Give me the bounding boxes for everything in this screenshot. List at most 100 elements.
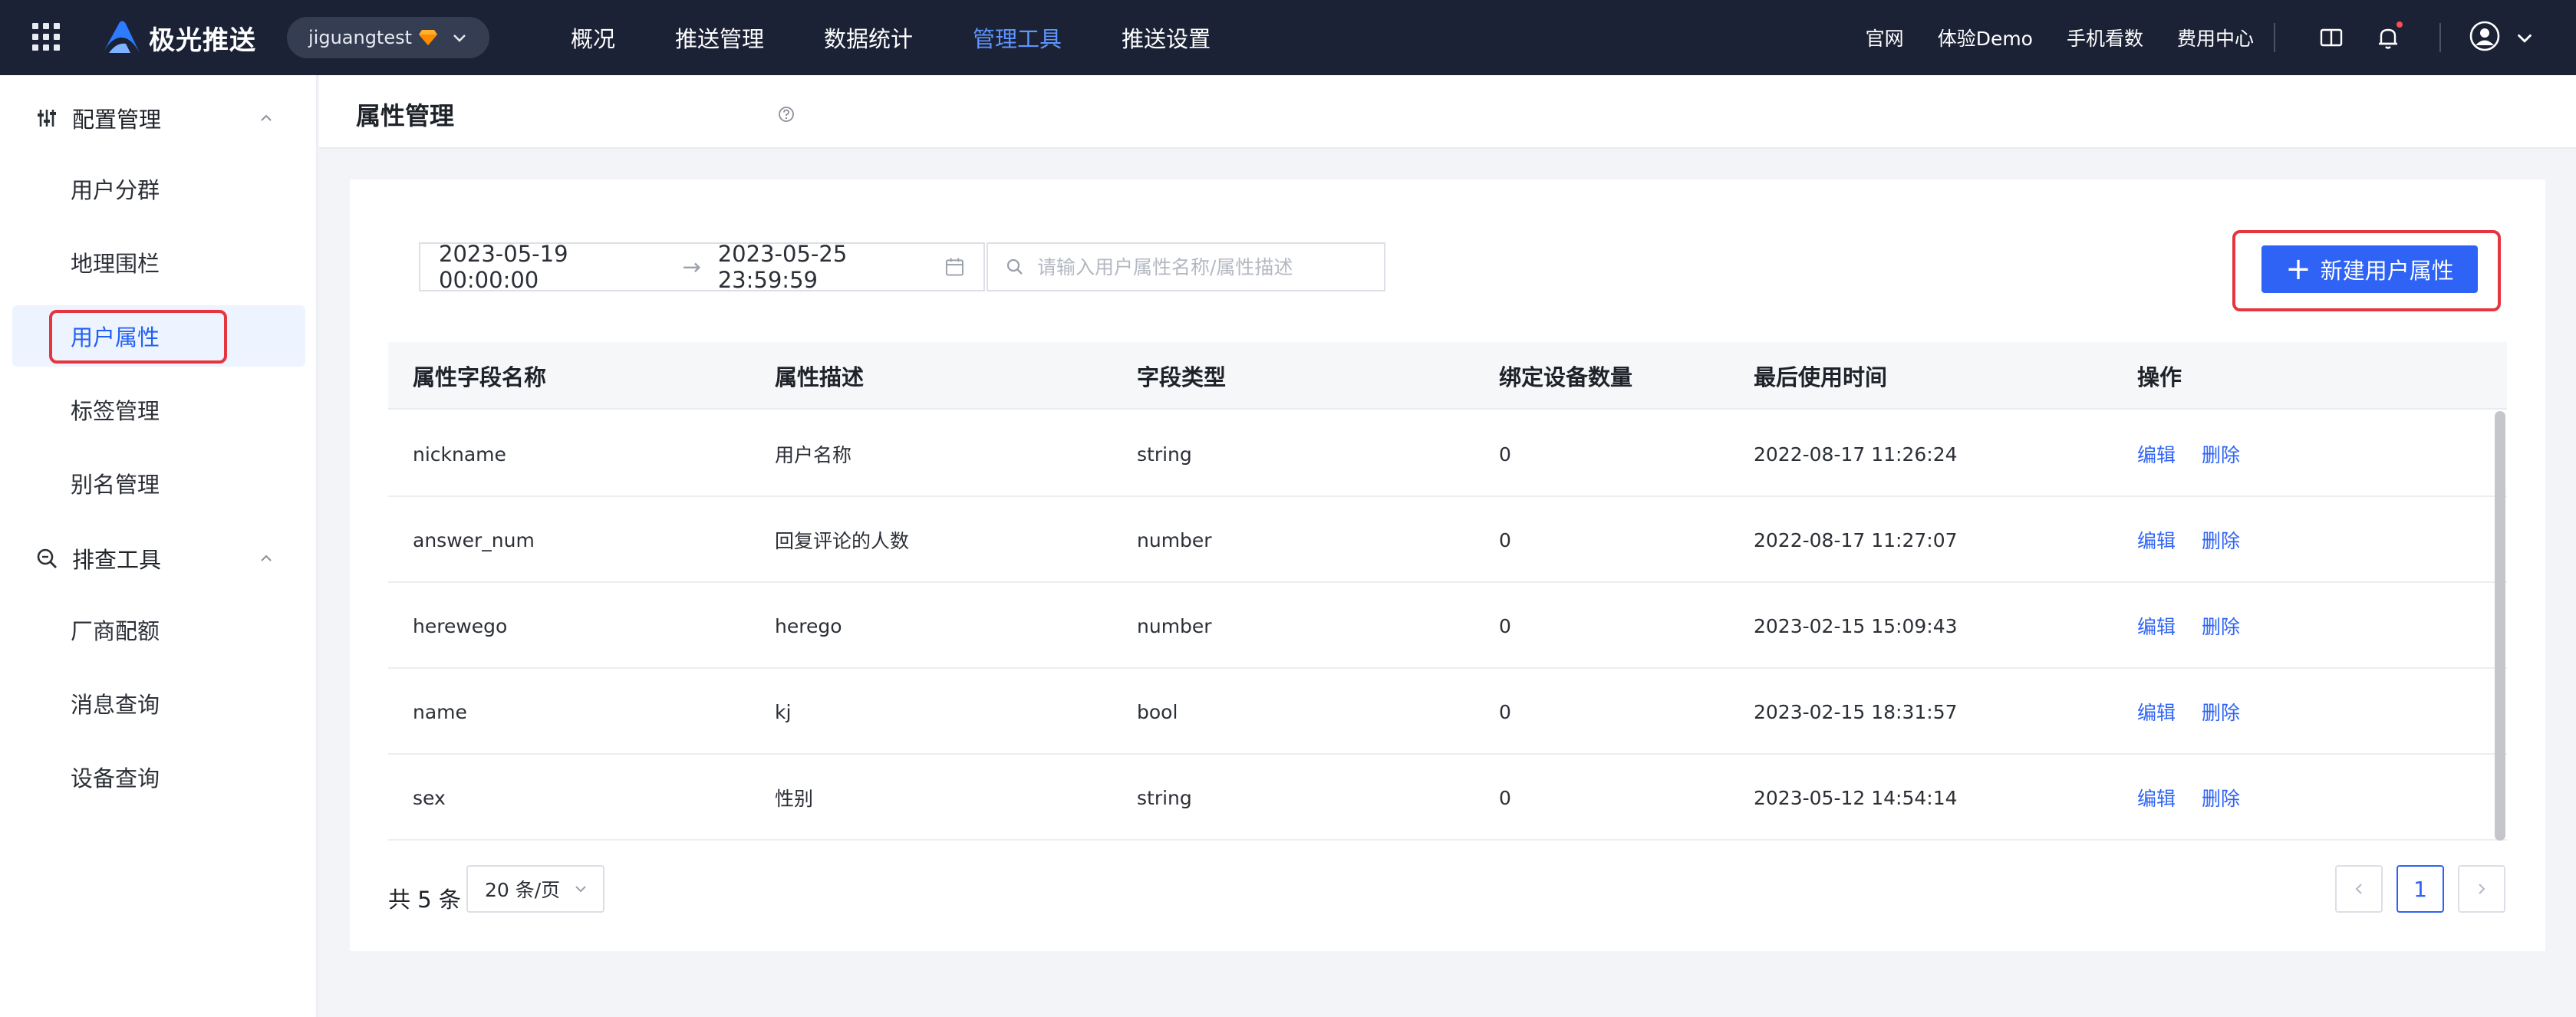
col-field-name: 属性字段名称 — [413, 364, 547, 390]
help-icon[interactable] — [778, 106, 795, 123]
sidebar-item-alias[interactable]: 别名管理 — [12, 453, 305, 514]
prev-page-button[interactable] — [2335, 865, 2383, 913]
search-zoom-icon — [37, 548, 57, 568]
arrow-right-icon: → — [682, 254, 701, 280]
brand-logo[interactable]: 极光推送 — [100, 18, 256, 57]
link-demo[interactable]: 体验Demo — [1938, 24, 2033, 51]
divider — [2439, 23, 2441, 52]
col-field-type: 字段类型 — [1137, 364, 1227, 390]
page-size-select[interactable]: 20 条/页 — [466, 865, 604, 913]
sidebar-item-device-query[interactable]: 设备查询 — [12, 746, 305, 808]
cell-actions: 编辑 删除 — [2137, 669, 2266, 755]
sidebar-group-troubleshoot[interactable]: 排查工具 — [35, 535, 288, 581]
cell-description: 回复评论的人数 — [775, 530, 910, 552]
cell-last-used: 2023-02-15 15:09:43 — [1754, 614, 1958, 637]
next-page-button[interactable] — [2458, 865, 2505, 913]
cell-actions: 编辑 删除 — [2137, 497, 2266, 583]
jiguang-logo-icon — [103, 21, 140, 53]
table-scrollbar[interactable] — [2495, 411, 2505, 841]
chevron-up-icon — [261, 114, 272, 121]
sidebar-item-tags[interactable]: 标签管理 — [12, 379, 305, 440]
table-row: nickname 用户名称 string 0 2022-08-17 11:26:… — [388, 411, 2507, 497]
search-input[interactable] — [1037, 255, 1375, 278]
cell-field-type: number — [1137, 528, 1212, 551]
chevron-up-icon — [261, 555, 272, 561]
search-field[interactable] — [987, 242, 1385, 291]
table-row: answer_num 回复评论的人数 number 0 2022-08-17 1… — [388, 497, 2507, 583]
cell-field-type: bool — [1137, 700, 1178, 723]
chevron-down-icon[interactable] — [2515, 28, 2535, 48]
date-start: 2023-05-19 00:00:00 — [439, 241, 568, 293]
nav-management-tools[interactable]: 管理工具 — [973, 21, 1062, 54]
table-row: name kj bool 0 2023-02-15 18:31:57 编辑 删除 — [388, 669, 2507, 755]
sidebar-item-vendor-quota[interactable]: 厂商配额 — [12, 599, 305, 660]
highlight-box-sidebar — [49, 310, 227, 364]
link-mobile-dashboard[interactable]: 手机看数 — [2067, 24, 2143, 51]
chevron-down-icon — [453, 35, 466, 42]
cell-device-count: 0 — [1499, 443, 1511, 466]
chevron-left-icon — [2355, 884, 2362, 894]
cell-last-used: 2023-05-12 14:54:14 — [1754, 786, 1958, 809]
cell-device-count: 0 — [1499, 700, 1511, 723]
col-description: 属性描述 — [775, 364, 865, 390]
sidebar: 配置管理 用户分群 地理围栏 用户属性 标签管理 别名管理 排查工具 厂商配额 … — [0, 75, 318, 1017]
link-billing[interactable]: 费用中心 — [2177, 24, 2254, 51]
calendar-icon — [946, 258, 964, 276]
chevron-right-icon — [2479, 884, 2485, 894]
delete-link[interactable]: 删除 — [2202, 440, 2240, 468]
col-last-used: 最后使用时间 — [1754, 364, 1888, 390]
link-official-site[interactable]: 官网 — [1866, 24, 1904, 51]
diamond-icon — [419, 30, 438, 45]
page-size-value: 20 条/页 — [485, 879, 561, 901]
sidebar-item-message-query[interactable]: 消息查询 — [12, 673, 305, 734]
delete-link[interactable]: 删除 — [2202, 784, 2240, 811]
nav-data-statistics[interactable]: 数据统计 — [824, 21, 913, 54]
edit-link[interactable]: 编辑 — [2137, 612, 2176, 640]
cell-actions: 编辑 删除 — [2137, 583, 2266, 669]
cell-field-name: herewego — [413, 614, 508, 637]
brand-name: 极光推送 — [149, 25, 256, 56]
edit-link[interactable]: 编辑 — [2137, 784, 2176, 811]
delete-link[interactable]: 删除 — [2202, 612, 2240, 640]
grid-icon[interactable] — [32, 23, 60, 51]
nav-push-management[interactable]: 推送管理 — [675, 21, 764, 54]
nav-push-settings[interactable]: 推送设置 — [1122, 21, 1211, 54]
cell-description: herego — [775, 614, 842, 637]
user-avatar-icon[interactable] — [2469, 20, 2501, 52]
page-title: 属性管理 — [356, 101, 455, 130]
sliders-icon — [38, 110, 56, 127]
nav-overview[interactable]: 概况 — [571, 21, 615, 54]
col-device-count: 绑定设备数量 — [1499, 364, 1633, 390]
cell-actions: 编辑 删除 — [2137, 411, 2266, 497]
main-nav: 概况 推送管理 数据统计 管理工具 推送设置 — [571, 0, 1270, 75]
app-name: jiguangtest — [308, 27, 413, 48]
search-icon — [1006, 258, 1023, 275]
cell-description: 用户名称 — [775, 444, 852, 466]
sidebar-item-user-segments[interactable]: 用户分群 — [12, 158, 305, 219]
sidebar-group-config[interactable]: 配置管理 — [35, 95, 288, 141]
total-count: 共 5 条 — [388, 887, 461, 913]
app-switcher[interactable]: jiguangtest — [287, 17, 489, 58]
edit-link[interactable]: 编辑 — [2137, 698, 2176, 726]
cell-field-name: name — [413, 700, 467, 723]
edit-link[interactable]: 编辑 — [2137, 440, 2176, 468]
date-range-picker[interactable]: 2023-05-19 00:00:00 → 2023-05-25 23:59:5… — [419, 241, 985, 293]
cell-last-used: 2022-08-17 11:26:24 — [1754, 443, 1958, 466]
cell-field-type: number — [1137, 614, 1212, 637]
divider — [2274, 23, 2275, 52]
table-row: herewego herego number 0 2023-02-15 15:0… — [388, 583, 2507, 669]
sidebar-item-geofence[interactable]: 地理围栏 — [12, 232, 305, 293]
chevron-down-icon — [575, 886, 586, 893]
delete-link[interactable]: 删除 — [2202, 698, 2240, 726]
highlight-box-new-button — [2232, 230, 2501, 311]
page-number-button[interactable]: 1 — [2396, 865, 2444, 913]
book-icon[interactable] — [2317, 23, 2346, 52]
cell-last-used: 2022-08-17 11:27:07 — [1754, 528, 1958, 551]
cell-field-name: nickname — [413, 443, 506, 466]
cell-actions: 编辑 删除 — [2137, 755, 2266, 841]
cell-field-type: string — [1137, 786, 1192, 809]
edit-link[interactable]: 编辑 — [2137, 526, 2176, 554]
cell-description: kj — [775, 700, 792, 723]
delete-link[interactable]: 删除 — [2202, 526, 2240, 554]
sidebar-group-label: 配置管理 — [72, 107, 162, 133]
